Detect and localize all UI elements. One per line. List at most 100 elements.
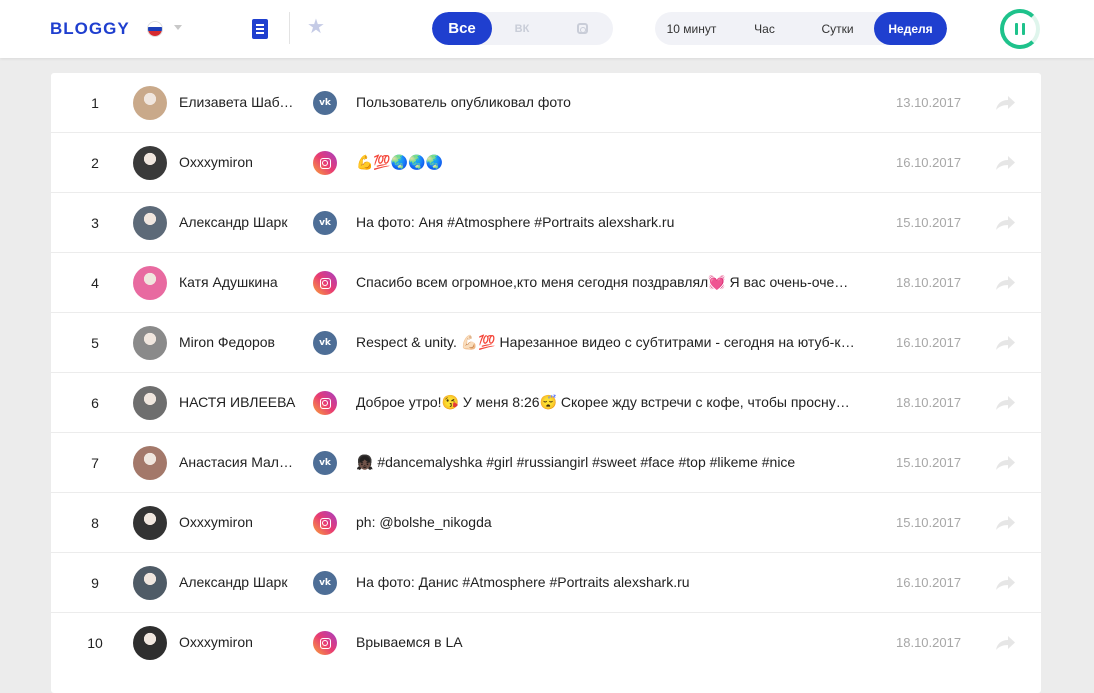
- avatar[interactable]: [133, 566, 167, 600]
- filter-instagram-button[interactable]: [552, 12, 612, 45]
- instagram-icon: [313, 391, 337, 415]
- post-rank: 1: [91, 95, 99, 111]
- author-name[interactable]: НАСТЯ ИВЛЕЕВА: [179, 394, 301, 410]
- time-filter: 10 минут Час Сутки Неделя: [655, 12, 947, 45]
- post-date: 15.10.2017: [896, 455, 962, 470]
- post-row[interactable]: 8 Oxxxymiron ph: @bolshe_nikogda 15.10.2017: [51, 493, 1041, 553]
- post-row[interactable]: 1 Елизавета Шабанова vk Пользователь опубли…: [51, 73, 1041, 133]
- author-name[interactable]: Александр Шарк: [179, 214, 301, 230]
- author-name[interactable]: Александр Шарк: [179, 574, 301, 590]
- avatar[interactable]: [133, 326, 167, 360]
- post-rank: 6: [91, 395, 99, 411]
- share-icon[interactable]: [995, 93, 1017, 113]
- share-icon[interactable]: [995, 393, 1017, 413]
- post-rank: 10: [87, 635, 103, 651]
- post-date: 18.10.2017: [896, 395, 962, 410]
- vk-icon: vk: [313, 91, 337, 115]
- vk-icon: vk: [313, 451, 337, 475]
- author-name[interactable]: Oxxxymiron: [179, 514, 301, 530]
- avatar[interactable]: [133, 446, 167, 480]
- avatar[interactable]: [133, 206, 167, 240]
- share-icon[interactable]: [995, 573, 1017, 593]
- vk-icon: vk: [313, 211, 337, 235]
- author-name[interactable]: Oxxxymiron: [179, 634, 301, 650]
- post-date: 13.10.2017: [896, 95, 962, 110]
- share-icon[interactable]: [995, 513, 1017, 533]
- post-row[interactable]: 5 Miron Федоров vk Respect & unity. 💪🏻💯 Нар…: [51, 313, 1041, 373]
- author-name[interactable]: Елизавета Шабанова: [179, 94, 301, 110]
- post-rank: 5: [91, 335, 99, 351]
- post-row[interactable]: 7 Анастасия Малышка vk 👧🏿 #dancemalyshka #g…: [51, 433, 1041, 493]
- avatar[interactable]: [133, 626, 167, 660]
- instagram-icon: [313, 271, 337, 295]
- post-date: 15.10.2017: [896, 515, 962, 530]
- post-list: 1 Елизавета Шабанова vk Пользователь опубли…: [51, 73, 1041, 693]
- post-row[interactable]: 10 Oxxxymiron Врываемся в LA 18.10.2017: [51, 613, 1041, 673]
- post-row[interactable]: 3 Александр Шарк vk На фото: Аня #Atmospher…: [51, 193, 1041, 253]
- vk-icon: vk: [313, 331, 337, 355]
- post-rank: 3: [91, 215, 99, 231]
- post-text[interactable]: Respect & unity. 💪🏻💯 Нарезанное видео с …: [356, 334, 856, 351]
- logo[interactable]: BLOGGY: [50, 19, 130, 39]
- instagram-icon: [576, 23, 588, 34]
- filter-all-button[interactable]: Все: [432, 12, 492, 45]
- post-row[interactable]: 2 Oxxxymiron 💪💯🌏🌏🌏 16.10.2017: [51, 133, 1041, 193]
- post-text[interactable]: На фото: Аня #Atmosphere #Portraits alex…: [356, 214, 856, 230]
- avatar[interactable]: [133, 146, 167, 180]
- post-date: 18.10.2017: [896, 635, 962, 650]
- author-name[interactable]: Катя Адушкина: [179, 274, 301, 290]
- post-rank: 7: [91, 455, 99, 471]
- top-bar: BLOGGY ★ Все ВК 10 минут Час Сутки Недел…: [0, 0, 1094, 58]
- post-text[interactable]: 💪💯🌏🌏🌏: [356, 154, 856, 171]
- post-text[interactable]: 👧🏿 #dancemalyshka #girl #russiangirl #sw…: [356, 454, 856, 471]
- post-date: 15.10.2017: [896, 215, 962, 230]
- share-icon[interactable]: [995, 153, 1017, 173]
- divider: [289, 12, 290, 44]
- filter-hour-button[interactable]: Час: [728, 12, 801, 45]
- post-date: 16.10.2017: [896, 155, 962, 170]
- share-icon[interactable]: [995, 273, 1017, 293]
- document-icon[interactable]: [252, 19, 268, 39]
- post-text[interactable]: На фото: Данис #Atmosphere #Portraits al…: [356, 574, 856, 590]
- author-name[interactable]: Oxxxymiron: [179, 154, 301, 170]
- filter-10min-button[interactable]: 10 минут: [655, 12, 728, 45]
- instagram-icon: [313, 151, 337, 175]
- instagram-icon: [313, 511, 337, 535]
- post-row[interactable]: 9 Александр Шарк vk На фото: Данис #Atmosph…: [51, 553, 1041, 613]
- post-date: 16.10.2017: [896, 575, 962, 590]
- post-date: 18.10.2017: [896, 275, 962, 290]
- post-row[interactable]: 4 Катя Адушкина Спасибо всем огромное,кто …: [51, 253, 1041, 313]
- chevron-down-icon[interactable]: [174, 25, 182, 30]
- post-text[interactable]: Врываемся в LA: [356, 634, 856, 650]
- post-text[interactable]: Пользователь опубликовал фото: [356, 94, 856, 110]
- author-name[interactable]: Анастасия Малышка: [179, 454, 301, 470]
- vk-icon: vk: [313, 571, 337, 595]
- share-icon[interactable]: [995, 453, 1017, 473]
- post-text[interactable]: Доброе утро!😘 У меня 8:26😴 Скорее жду вс…: [356, 394, 856, 411]
- filter-vk-button[interactable]: ВК: [492, 12, 552, 45]
- star-icon[interactable]: ★: [307, 16, 325, 38]
- share-icon[interactable]: [995, 333, 1017, 353]
- post-date: 16.10.2017: [896, 335, 962, 350]
- post-rank: 9: [91, 575, 99, 591]
- post-rank: 2: [91, 155, 99, 171]
- power-icon[interactable]: [1000, 9, 1040, 49]
- filter-day-button[interactable]: Сутки: [801, 12, 874, 45]
- avatar[interactable]: [133, 86, 167, 120]
- avatar[interactable]: [133, 386, 167, 420]
- avatar[interactable]: [133, 506, 167, 540]
- share-icon[interactable]: [995, 213, 1017, 233]
- post-rank: 4: [91, 275, 99, 291]
- share-icon[interactable]: [995, 633, 1017, 653]
- post-text[interactable]: Спасибо всем огромное,кто меня сегодня п…: [356, 274, 856, 291]
- post-text[interactable]: ph: @bolshe_nikogda: [356, 514, 856, 530]
- instagram-icon: [313, 631, 337, 655]
- vk-icon: ВК: [514, 22, 530, 35]
- avatar[interactable]: [133, 266, 167, 300]
- post-row[interactable]: 6 НАСТЯ ИВЛЕЕВА Доброе утро!😘 У меня 8:26😴…: [51, 373, 1041, 433]
- filter-week-button[interactable]: Неделя: [874, 12, 947, 45]
- author-name[interactable]: Miron Федоров: [179, 334, 301, 350]
- network-filter: Все ВК: [432, 12, 613, 45]
- language-flag-icon[interactable]: [147, 21, 163, 37]
- post-rank: 8: [91, 515, 99, 531]
